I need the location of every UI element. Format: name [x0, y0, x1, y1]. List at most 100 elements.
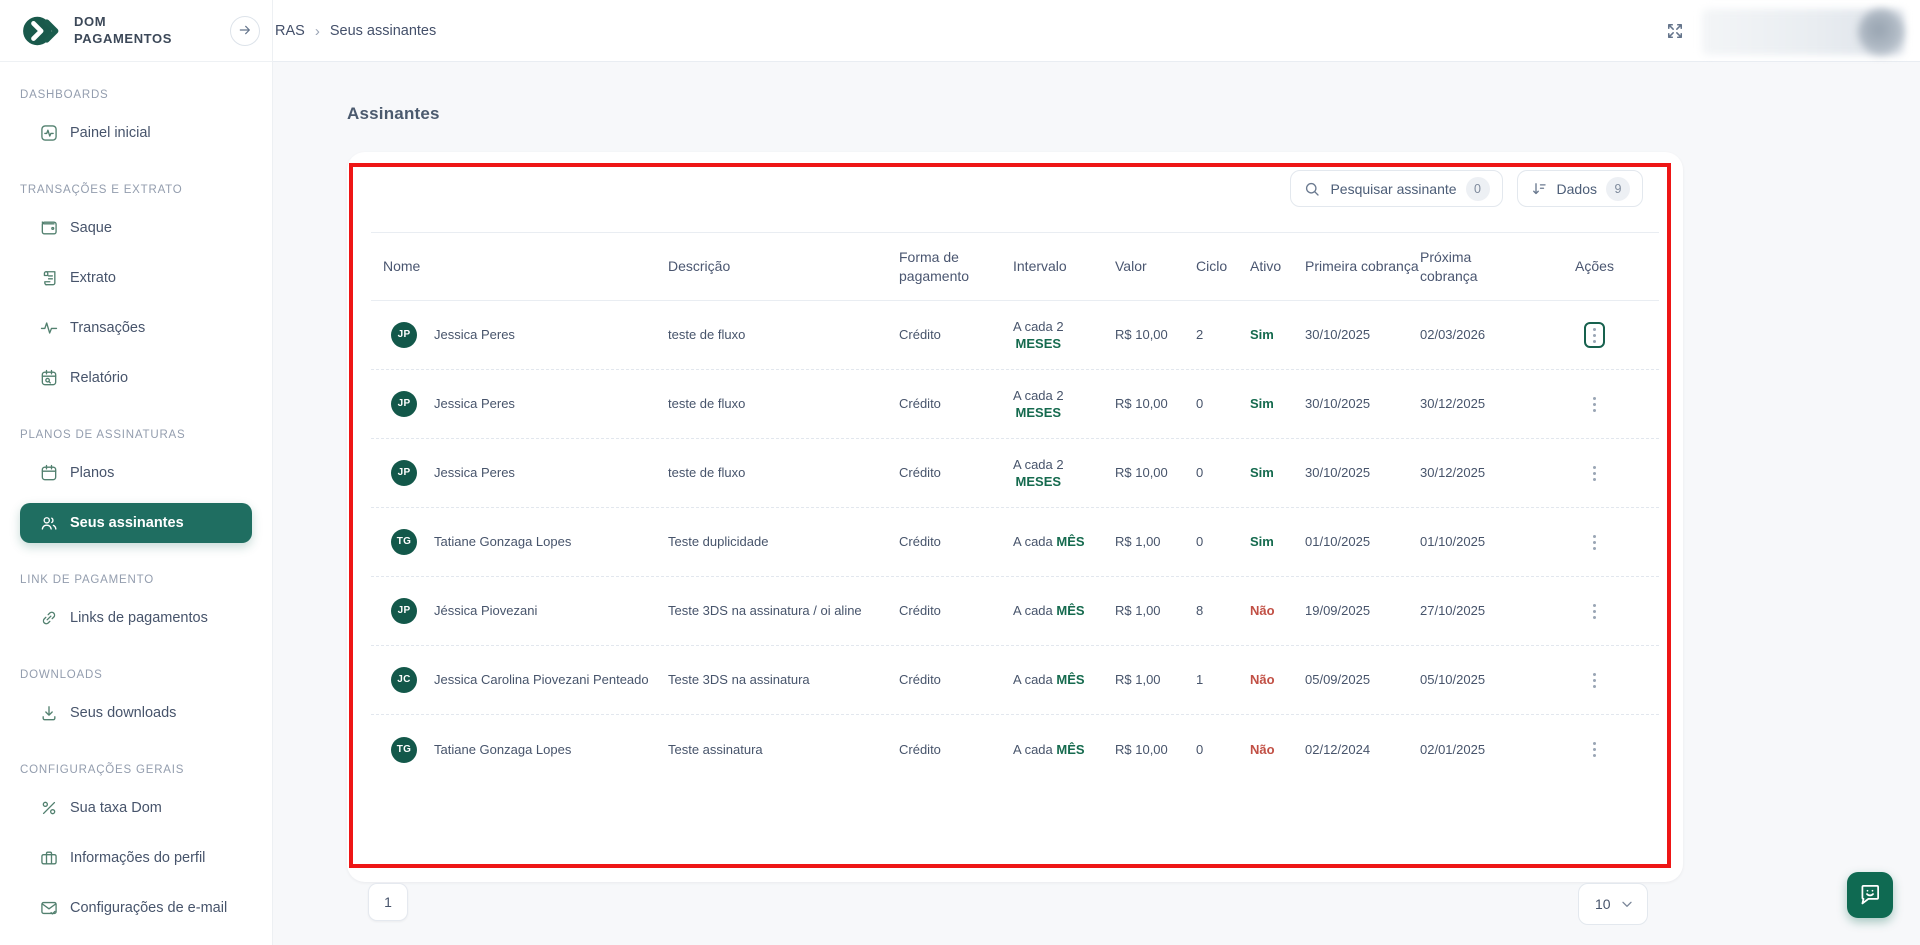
sidebar-item-informacoes-do-perfil[interactable]: Informações do perfil: [20, 838, 252, 878]
status-badge: Sim: [1250, 327, 1274, 342]
support-chat-button[interactable]: [1847, 872, 1893, 918]
data-count-badge: 9: [1606, 177, 1630, 201]
subscribers-card: Pesquisar assinante 0 Dados 9 NomeDescri…: [347, 152, 1683, 882]
subscriber-avatar: JP: [391, 598, 417, 624]
sidebar-item-relatorio[interactable]: Relatório: [20, 358, 252, 398]
cell-payment-method: Crédito: [899, 326, 1013, 344]
interval-unit: MÊS: [1056, 742, 1084, 757]
row-actions-kebab-button[interactable]: [1584, 667, 1605, 693]
cell-first-charge: 30/10/2025: [1305, 464, 1420, 482]
table-row: JPJessica Peresteste de fluxoCréditoA ca…: [371, 301, 1659, 370]
sidebar-item-label: Informações do perfil: [70, 850, 205, 866]
data-filter-button[interactable]: Dados 9: [1517, 170, 1643, 207]
sidebar-item-painel-inicial[interactable]: Painel inicial: [20, 113, 252, 153]
cell-payment-method: Crédito: [899, 671, 1013, 689]
chevron-down-icon: [1619, 896, 1635, 912]
sidebar-item-configuracoes-de-e-mail[interactable]: Configurações de e-mail: [20, 888, 252, 928]
cell-cycle: 0: [1196, 741, 1250, 759]
cell-name: JPJessica Peres: [371, 322, 668, 348]
report-icon: [38, 367, 60, 389]
cell-active: Não: [1250, 671, 1305, 689]
cell-actions: [1530, 460, 1659, 486]
row-actions-kebab-button[interactable]: [1584, 391, 1605, 417]
interval-prefix: A cada 2: [1013, 457, 1064, 474]
data-label: Dados: [1557, 181, 1597, 197]
sidebar-item-label: Transações: [70, 320, 145, 336]
interval-unit: MÊS: [1056, 603, 1084, 618]
cell-interval: A cada MÊS: [1013, 602, 1115, 620]
interval-unit: MESES: [1016, 474, 1062, 491]
interval-prefix: A cada 2: [1013, 388, 1064, 405]
table-toolbar: Pesquisar assinante 0 Dados 9: [1290, 170, 1643, 207]
calendar-icon: [38, 462, 60, 484]
cell-value: R$ 10,00: [1115, 464, 1196, 482]
search-count-badge: 0: [1466, 177, 1490, 201]
sidebar-nav: DASHBOARDSPainel inicialTRANSAÇÕES E EXT…: [0, 89, 272, 928]
subscriber-name: Jessica Peres: [434, 464, 515, 482]
sidebar-item-seus-assinantes[interactable]: Seus assinantes: [20, 503, 252, 543]
page-size-select[interactable]: 10: [1578, 883, 1648, 925]
sidebar-item-label: Sua taxa Dom: [70, 800, 162, 816]
sidebar-item-label: Relatório: [70, 370, 128, 386]
sidebar-item-extrato[interactable]: Extrato: [20, 258, 252, 298]
cell-first-charge: 01/10/2025: [1305, 533, 1420, 551]
cell-cycle: 8: [1196, 602, 1250, 620]
sidebar-item-transacoes[interactable]: Transações: [20, 308, 252, 348]
cell-value: R$ 1,00: [1115, 671, 1196, 689]
row-actions-kebab-button[interactable]: [1584, 529, 1605, 555]
cell-cycle: 0: [1196, 395, 1250, 413]
sidebar-item-sua-taxa-dom[interactable]: Sua taxa Dom: [20, 788, 252, 828]
table-row: JPJéssica PiovezaniTeste 3DS na assinatu…: [371, 577, 1659, 646]
fullscreen-button[interactable]: [1660, 17, 1690, 47]
column-header-forma-de-pagamento: Forma de pagamento: [899, 248, 1013, 286]
page-title: Assinantes: [347, 104, 440, 124]
sidebar-item-label: Extrato: [70, 270, 116, 286]
cell-active: Sim: [1250, 464, 1305, 482]
column-header-nome: Nome: [371, 257, 668, 276]
status-badge: Não: [1250, 742, 1275, 757]
row-actions-kebab-button[interactable]: [1584, 737, 1605, 763]
cell-description: Teste 3DS na assinatura / oi aline: [668, 602, 899, 620]
table-row: JPJessica Peresteste de fluxoCréditoA ca…: [371, 439, 1659, 508]
column-header-ativo: Ativo: [1250, 257, 1305, 276]
page-size-value: 10: [1595, 896, 1611, 912]
mail-icon: [38, 897, 60, 919]
cell-active: Sim: [1250, 326, 1305, 344]
breadcrumb-item-parent[interactable]: RAS: [275, 23, 305, 39]
cell-description: Teste assinatura: [668, 741, 899, 759]
row-actions-kebab-button[interactable]: [1584, 598, 1605, 624]
cell-first-charge: 19/09/2025: [1305, 602, 1420, 620]
cell-payment-method: Crédito: [899, 741, 1013, 759]
search-subscriber-button[interactable]: Pesquisar assinante 0: [1290, 170, 1502, 207]
sidebar-item-links-de-pagamentos[interactable]: Links de pagamentos: [20, 598, 252, 638]
subscriber-avatar: JP: [391, 391, 417, 417]
subscriber-name: Tatiane Gonzaga Lopes: [434, 741, 571, 759]
subscribers-table: NomeDescriçãoForma de pagamentoIntervalo…: [371, 232, 1659, 784]
interval-prefix: A cada 2: [1013, 319, 1064, 336]
breadcrumb-separator: ›: [315, 23, 320, 40]
table-footer: 1 10: [368, 867, 1648, 883]
column-header-intervalo: Intervalo: [1013, 257, 1115, 276]
column-header-acoes: Ações: [1530, 257, 1659, 276]
interval-prefix: A cada: [1013, 603, 1056, 618]
sidebar-item-label: Seus assinantes: [70, 515, 184, 531]
user-account-redacted[interactable]: [1700, 7, 1906, 57]
cell-next-charge: 30/12/2025: [1420, 464, 1530, 482]
cell-active: Sim: [1250, 533, 1305, 551]
link-icon: [38, 607, 60, 629]
cell-description: teste de fluxo: [668, 395, 899, 413]
sidebar-collapse-button[interactable]: [230, 16, 260, 46]
row-actions-kebab-button[interactable]: [1584, 322, 1605, 348]
cell-value: R$ 10,00: [1115, 326, 1196, 344]
receipt-icon: [38, 267, 60, 289]
status-badge: Não: [1250, 672, 1275, 687]
sidebar-item-planos[interactable]: Planos: [20, 453, 252, 493]
cell-name: JPJessica Peres: [371, 391, 668, 417]
row-actions-kebab-button[interactable]: [1584, 460, 1605, 486]
sidebar-item-saque[interactable]: Saque: [20, 208, 252, 248]
brand-header: DOM PAGAMENTOS: [0, 0, 272, 62]
pagination-page-button[interactable]: 1: [368, 883, 408, 921]
cell-description: Teste 3DS na assinatura: [668, 671, 899, 689]
sidebar-item-seus-downloads[interactable]: Seus downloads: [20, 693, 252, 733]
sidebar-item-label: Links de pagamentos: [70, 610, 208, 626]
